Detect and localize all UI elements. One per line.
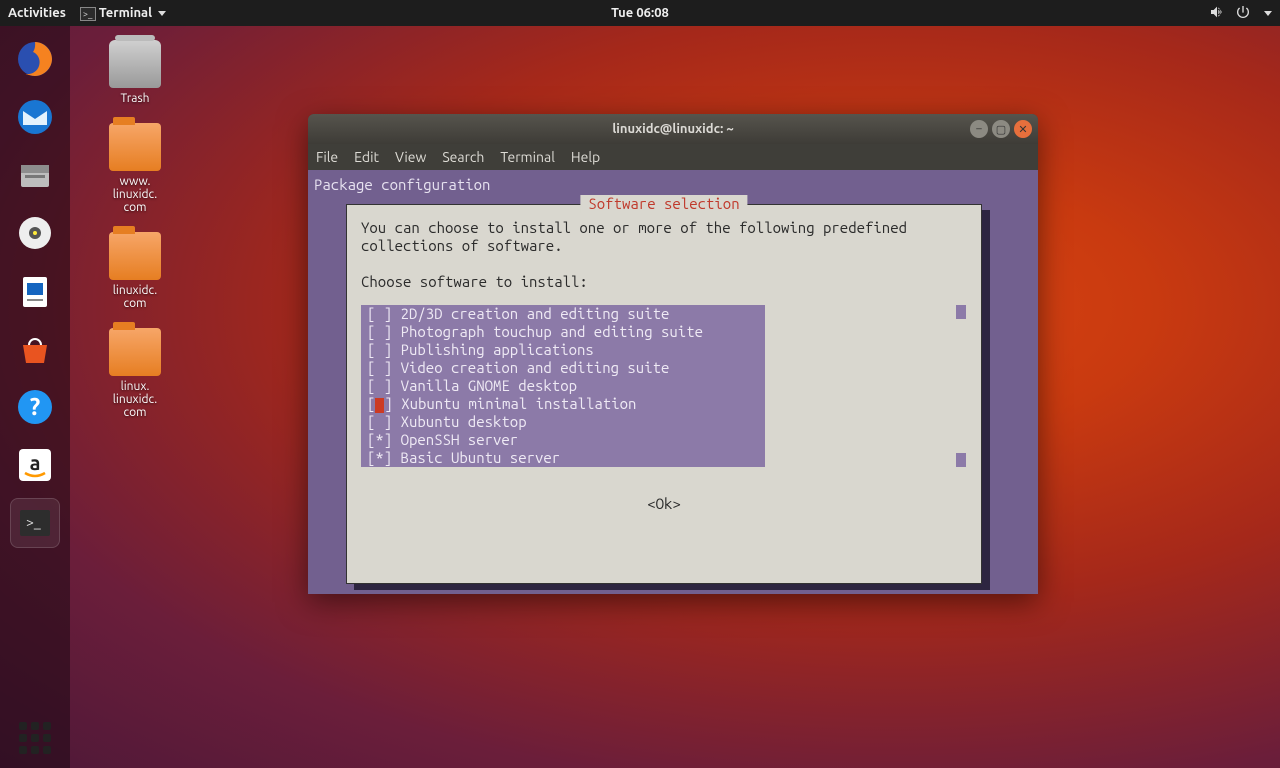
dock-app-software[interactable] [10, 324, 60, 374]
list-scrollbar[interactable] [955, 305, 967, 467]
dock-app-files[interactable] [10, 150, 60, 200]
chevron-down-icon [158, 11, 166, 16]
power-icon[interactable] [1235, 4, 1251, 23]
tasksel-dialog: Software selection You can choose to ins… [346, 204, 982, 584]
package-config-header: Package configuration [312, 174, 1034, 194]
folder-icon [109, 123, 161, 171]
window-title: linuxidc@linuxidc: ~ [612, 122, 733, 136]
dock-app-amazon[interactable]: a [10, 440, 60, 490]
desktop-icon-folder[interactable]: linux. linuxidc. com [90, 328, 180, 419]
dock-app-thunderbird[interactable] [10, 92, 60, 142]
window-minimize-button[interactable]: – [970, 120, 988, 138]
dock-app-writer[interactable] [10, 266, 60, 316]
svg-text:>_: >_ [26, 514, 41, 530]
dialog-intro: You can choose to install one or more of… [361, 219, 967, 291]
menu-search[interactable]: Search [442, 149, 484, 165]
top-panel: Activities >_ Terminal Tue 06:08 [0, 0, 1280, 26]
activities-button[interactable]: Activities [8, 6, 66, 20]
software-list-item[interactable]: [] Xubuntu minimal installation [367, 395, 759, 413]
focused-app-label: Terminal [99, 6, 152, 20]
software-list-item[interactable]: [ ] Video creation and editing suite [367, 359, 759, 377]
dock-app-rhythmbox[interactable] [10, 208, 60, 258]
software-list[interactable]: [ ] 2D/3D creation and editing suite[ ] … [361, 305, 765, 467]
dock-app-firefox[interactable] [10, 34, 60, 84]
software-list-item[interactable]: [ ] 2D/3D creation and editing suite [367, 305, 759, 323]
desktop-icon-label: www. linuxidc. com [90, 175, 180, 214]
focused-app-menu[interactable]: >_ Terminal [80, 6, 166, 21]
desktop: Trash www. linuxidc. com linuxidc. com l… [90, 40, 180, 437]
terminal-viewport[interactable]: Package configuration Software selection… [308, 170, 1038, 594]
software-list-item[interactable]: [ ] Xubuntu desktop [367, 413, 759, 431]
dock: ? a >_ [0, 26, 70, 768]
software-list-item[interactable]: [*] OpenSSH server [367, 431, 759, 449]
folder-icon [109, 232, 161, 280]
desktop-icon-label: linux. linuxidc. com [90, 380, 180, 419]
desktop-icon-label: Trash [90, 92, 180, 105]
software-list-item[interactable]: [ ] Vanilla GNOME desktop [367, 377, 759, 395]
window-titlebar[interactable]: linuxidc@linuxidc: ~ – ▢ ✕ [308, 114, 1038, 144]
dock-app-terminal[interactable]: >_ [10, 498, 60, 548]
clock[interactable]: Tue 06:08 [611, 6, 669, 20]
trash-icon [109, 40, 161, 88]
svg-text:a: a [30, 451, 41, 474]
menu-help[interactable]: Help [571, 149, 600, 165]
desktop-icon-folder[interactable]: www. linuxidc. com [90, 123, 180, 214]
menu-terminal[interactable]: Terminal [500, 149, 555, 165]
volume-icon[interactable] [1209, 4, 1225, 23]
terminal-menubar: File Edit View Search Terminal Help [308, 144, 1038, 170]
show-applications-button[interactable] [0, 722, 70, 754]
window-close-button[interactable]: ✕ [1014, 120, 1032, 138]
folder-icon [109, 328, 161, 376]
scrollbar-thumb-bottom [956, 453, 966, 467]
software-list-item[interactable]: [ ] Publishing applications [367, 341, 759, 359]
window-maximize-button[interactable]: ▢ [992, 120, 1010, 138]
desktop-icon-trash[interactable]: Trash [90, 40, 180, 105]
apps-grid-icon [19, 722, 51, 754]
menu-file[interactable]: File [316, 149, 338, 165]
menu-edit[interactable]: Edit [354, 149, 379, 165]
desktop-icon-label: linuxidc. com [90, 284, 180, 310]
dialog-title: Software selection [580, 195, 747, 213]
chevron-down-icon[interactable] [1264, 11, 1272, 16]
software-list-item[interactable]: [*] Basic Ubuntu server [367, 449, 759, 467]
terminal-icon: >_ [80, 7, 96, 21]
software-list-item[interactable]: [ ] Photograph touchup and editing suite [367, 323, 759, 341]
desktop-icon-folder[interactable]: linuxidc. com [90, 232, 180, 310]
svg-text:?: ? [30, 393, 41, 420]
menu-view[interactable]: View [395, 149, 426, 165]
scrollbar-thumb-top [956, 305, 966, 319]
dock-app-help[interactable]: ? [10, 382, 60, 432]
terminal-window: linuxidc@linuxidc: ~ – ▢ ✕ File Edit Vie… [308, 114, 1038, 594]
ok-button[interactable]: <Ok> [361, 495, 967, 513]
